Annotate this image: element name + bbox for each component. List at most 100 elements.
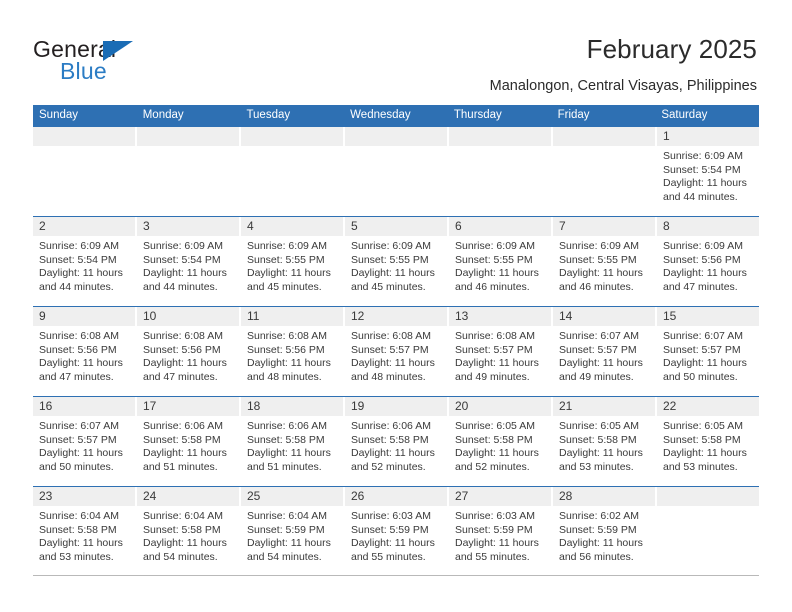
day-number: 4 — [241, 217, 343, 236]
sunset-text: Sunset: 5:57 PM — [351, 343, 429, 356]
weekday-header-row: Sunday Monday Tuesday Wednesday Thursday Frid… — [33, 105, 759, 126]
day-number: 1 — [657, 127, 759, 146]
sunrise-text: Sunrise: 6:07 AM — [39, 420, 119, 432]
calendar-day-cell[interactable]: 12 Sunrise: 6:08 AM Sunset: 5:57 PM Dayligh… — [345, 307, 449, 396]
day-sun-info: Sunrise: 6:05 AM Sunset: 5:58 PM Daylight:… — [553, 416, 655, 474]
calendar-day-cell-empty — [553, 127, 657, 216]
day-number: 2 — [33, 217, 135, 236]
sunset-text: Sunset: 5:56 PM — [143, 343, 221, 356]
calendar-day-cell[interactable]: 22 Sunrise: 6:05 AM Sunset: 5:58 PM Dayligh… — [657, 397, 759, 486]
calendar-day-cell[interactable]: 9 Sunrise: 6:08 AM Sunset: 5:56 PM Daylight… — [33, 307, 137, 396]
calendar-day-cell[interactable]: 5 Sunrise: 6:09 AM Sunset: 5:55 PM Daylight… — [345, 217, 449, 306]
sunrise-text: Sunrise: 6:09 AM — [663, 240, 743, 252]
calendar-day-cell[interactable]: 27 Sunrise: 6:03 AM Sunset: 5:59 PM Dayligh… — [449, 487, 553, 575]
sunset-text: Sunset: 5:58 PM — [39, 523, 117, 536]
weekday-header-friday: Friday — [557, 109, 590, 121]
sunrise-text: Sunrise: 6:09 AM — [351, 240, 431, 252]
day-number — [241, 127, 343, 146]
sunrise-text: Sunrise: 6:03 AM — [455, 510, 535, 522]
daylight-text: Daylight: 11 hours and 53 minutes. — [39, 537, 123, 563]
logo-text-blue: Blue — [60, 58, 107, 84]
sunset-text: Sunset: 5:57 PM — [559, 343, 637, 356]
calendar-day-cell[interactable]: 16 Sunrise: 6:07 AM Sunset: 5:57 PM Dayligh… — [33, 397, 137, 486]
day-number: 21 — [553, 397, 655, 416]
sunset-text: Sunset: 5:56 PM — [663, 253, 741, 266]
day-number: 9 — [33, 307, 135, 326]
day-sun-info: Sunrise: 6:07 AM Sunset: 5:57 PM Daylight:… — [657, 326, 759, 384]
day-number — [553, 127, 655, 146]
calendar-day-cell[interactable]: 11 Sunrise: 6:08 AM Sunset: 5:56 PM Dayligh… — [241, 307, 345, 396]
logo-generalblue[interactable]: General Blue — [33, 36, 213, 88]
calendar-day-cell[interactable]: 4 Sunrise: 6:09 AM Sunset: 5:55 PM Daylight… — [241, 217, 345, 306]
sunset-text: Sunset: 5:58 PM — [455, 433, 533, 446]
calendar-day-cell[interactable]: 14 Sunrise: 6:07 AM Sunset: 5:57 PM Dayligh… — [553, 307, 657, 396]
calendar-day-cell[interactable]: 13 Sunrise: 6:08 AM Sunset: 5:57 PM Dayligh… — [449, 307, 553, 396]
calendar-day-cell[interactable]: 24 Sunrise: 6:04 AM Sunset: 5:58 PM Dayligh… — [137, 487, 241, 575]
daylight-text: Daylight: 11 hours and 51 minutes. — [247, 447, 331, 473]
calendar-day-cell[interactable]: 10 Sunrise: 6:08 AM Sunset: 5:56 PM Dayligh… — [137, 307, 241, 396]
calendar-day-cell[interactable]: 28 Sunrise: 6:02 AM Sunset: 5:59 PM Dayligh… — [553, 487, 657, 575]
calendar-day-cell[interactable]: 21 Sunrise: 6:05 AM Sunset: 5:58 PM Dayligh… — [553, 397, 657, 486]
daylight-text: Daylight: 11 hours and 56 minutes. — [559, 537, 643, 563]
sunset-text: Sunset: 5:58 PM — [559, 433, 637, 446]
sunrise-text: Sunrise: 6:06 AM — [351, 420, 431, 432]
daylight-text: Daylight: 11 hours and 47 minutes. — [663, 267, 747, 293]
sunrise-text: Sunrise: 6:06 AM — [143, 420, 223, 432]
sunset-text: Sunset: 5:59 PM — [351, 523, 429, 536]
day-number: 17 — [137, 397, 239, 416]
day-sun-info: Sunrise: 6:09 AM Sunset: 5:55 PM Daylight:… — [553, 236, 655, 294]
day-sun-info: Sunrise: 6:03 AM Sunset: 5:59 PM Daylight:… — [345, 506, 447, 564]
day-sun-info: Sunrise: 6:08 AM Sunset: 5:57 PM Daylight:… — [345, 326, 447, 384]
calendar-day-cell[interactable]: 23 Sunrise: 6:04 AM Sunset: 5:58 PM Dayligh… — [33, 487, 137, 575]
calendar-day-cell[interactable]: 1 Sunrise: 6:09 AM Sunset: 5:54 PM Daylight… — [657, 127, 759, 216]
sunrise-text: Sunrise: 6:05 AM — [559, 420, 639, 432]
calendar-day-cell[interactable]: 19 Sunrise: 6:06 AM Sunset: 5:58 PM Dayligh… — [345, 397, 449, 486]
day-number: 13 — [449, 307, 551, 326]
day-number: 25 — [241, 487, 343, 506]
sunrise-text: Sunrise: 6:07 AM — [559, 330, 639, 342]
calendar-day-cell[interactable]: 15 Sunrise: 6:07 AM Sunset: 5:57 PM Dayligh… — [657, 307, 759, 396]
calendar-day-cell-empty — [345, 127, 449, 216]
day-number: 18 — [241, 397, 343, 416]
day-sun-info: Sunrise: 6:08 AM Sunset: 5:57 PM Daylight:… — [449, 326, 551, 384]
day-number: 5 — [345, 217, 447, 236]
day-sun-info: Sunrise: 6:09 AM Sunset: 5:54 PM Daylight:… — [137, 236, 239, 294]
calendar-day-cell[interactable]: 17 Sunrise: 6:06 AM Sunset: 5:58 PM Dayligh… — [137, 397, 241, 486]
calendar-day-cell[interactable]: 2 Sunrise: 6:09 AM Sunset: 5:54 PM Daylight… — [33, 217, 137, 306]
day-sun-info: Sunrise: 6:09 AM Sunset: 5:56 PM Daylight:… — [657, 236, 759, 294]
sunset-text: Sunset: 5:54 PM — [39, 253, 117, 266]
day-number — [137, 127, 239, 146]
sunrise-text: Sunrise: 6:08 AM — [143, 330, 223, 342]
sunset-text: Sunset: 5:59 PM — [455, 523, 533, 536]
day-number: 7 — [553, 217, 655, 236]
calendar-day-cell[interactable]: 18 Sunrise: 6:06 AM Sunset: 5:58 PM Dayligh… — [241, 397, 345, 486]
day-number: 19 — [345, 397, 447, 416]
day-sun-info: Sunrise: 6:08 AM Sunset: 5:56 PM Daylight:… — [137, 326, 239, 384]
day-number: 27 — [449, 487, 551, 506]
calendar-day-cell[interactable]: 25 Sunrise: 6:04 AM Sunset: 5:59 PM Dayligh… — [241, 487, 345, 575]
weekday-header-wednesday: Wednesday — [350, 109, 411, 121]
sunrise-text: Sunrise: 6:08 AM — [247, 330, 327, 342]
calendar-day-cell[interactable]: 20 Sunrise: 6:05 AM Sunset: 5:58 PM Dayligh… — [449, 397, 553, 486]
calendar-day-cell[interactable]: 6 Sunrise: 6:09 AM Sunset: 5:55 PM Daylight… — [449, 217, 553, 306]
weekday-header-monday: Monday — [142, 109, 184, 121]
calendar-day-cell[interactable]: 7 Sunrise: 6:09 AM Sunset: 5:55 PM Daylight… — [553, 217, 657, 306]
calendar-day-cell[interactable]: 26 Sunrise: 6:03 AM Sunset: 5:59 PM Dayligh… — [345, 487, 449, 575]
calendar-body: 1 Sunrise: 6:09 AM Sunset: 5:54 PM Daylight… — [33, 126, 759, 576]
calendar-day-cell[interactable]: 8 Sunrise: 6:09 AM Sunset: 5:56 PM Daylight… — [657, 217, 759, 306]
day-number — [657, 487, 759, 506]
day-number: 23 — [33, 487, 135, 506]
sunrise-text: Sunrise: 6:05 AM — [663, 420, 743, 432]
calendar-page: General Blue February 2025 Manalongon, C… — [0, 0, 792, 612]
sunset-text: Sunset: 5:57 PM — [39, 433, 117, 446]
sunrise-text: Sunrise: 6:09 AM — [559, 240, 639, 252]
calendar-week-row: 16 Sunrise: 6:07 AM Sunset: 5:57 PM Dayligh… — [33, 396, 759, 486]
sunrise-text: Sunrise: 6:09 AM — [143, 240, 223, 252]
calendar-table: Sunday Monday Tuesday Wednesday Thursday Frid… — [33, 105, 759, 576]
day-sun-info: Sunrise: 6:08 AM Sunset: 5:56 PM Daylight:… — [241, 326, 343, 384]
day-sun-info: Sunrise: 6:06 AM Sunset: 5:58 PM Daylight:… — [345, 416, 447, 474]
calendar-day-cell[interactable]: 3 Sunrise: 6:09 AM Sunset: 5:54 PM Daylight… — [137, 217, 241, 306]
weekday-header-thursday: Thursday — [453, 109, 502, 121]
daylight-text: Daylight: 11 hours and 46 minutes. — [455, 267, 539, 293]
day-number: 26 — [345, 487, 447, 506]
